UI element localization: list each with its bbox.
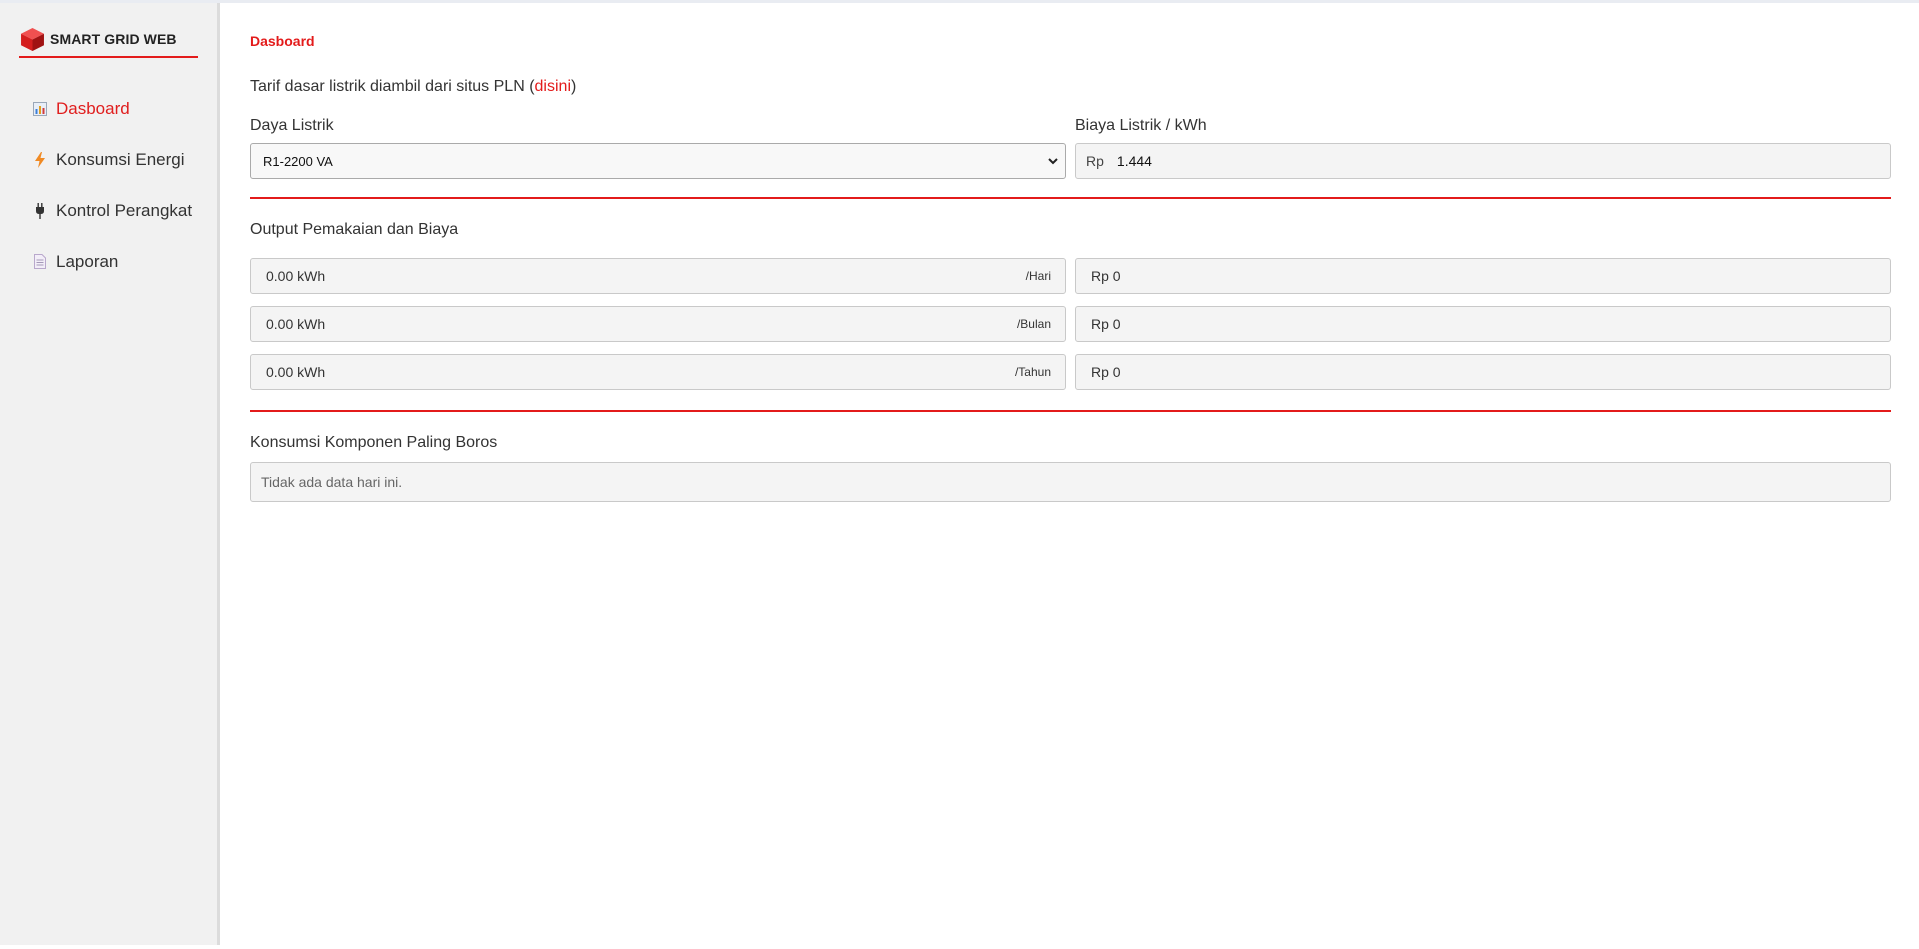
currency-prefix: Rp — [1086, 153, 1104, 169]
cost-output-yearly: Rp 0 — [1075, 354, 1891, 390]
daya-select[interactable]: R1-2200 VA — [250, 143, 1066, 179]
bar-chart-icon — [33, 101, 47, 117]
unit-label: /Hari — [1025, 269, 1051, 283]
sidebar-item-label: Kontrol Perangkat — [56, 200, 193, 220]
boros-empty-state: Tidak ada data hari ini. — [250, 462, 1891, 502]
kwh-output-monthly: 0.00 kWh /Bulan — [250, 306, 1066, 342]
tariff-close-paren: ) — [571, 78, 577, 95]
cost-output-daily: Rp 0 — [1075, 258, 1891, 294]
cube-logo-icon — [21, 27, 44, 51]
kwh-output-yearly: 0.00 kWh /Tahun — [250, 354, 1066, 390]
breadcrumb: Dasboard — [250, 33, 315, 49]
unit-label: /Tahun — [1014, 365, 1051, 379]
tariff-text: Tarif dasar listrik diambil dari situs P… — [250, 78, 535, 95]
document-icon — [33, 254, 47, 270]
cost-output-monthly: Rp 0 — [1075, 306, 1891, 342]
kwh-value: 0.00 kWh — [266, 316, 326, 332]
daya-label: Daya Listrik — [250, 117, 334, 134]
kwh-value: 0.00 kWh — [266, 268, 326, 284]
sidebar-item-konsumsi-energi[interactable]: Konsumsi Energi — [0, 134, 217, 185]
chevron-down-icon — [1041, 157, 1065, 165]
tariff-note: Tarif dasar listrik diambil dari situs P… — [250, 78, 576, 96]
unit-label: /Bulan — [1016, 317, 1051, 331]
plug-icon — [33, 202, 47, 219]
sidebar-item-kontrol-perangkat[interactable]: Kontrol Perangkat — [0, 185, 217, 236]
sidebar-item-label: Laporan — [56, 251, 119, 271]
sidebar-item-label: Dasboard — [56, 98, 130, 118]
daya-select-value: R1-2200 VA — [263, 153, 333, 169]
sidebar-item-laporan[interactable]: Laporan — [0, 236, 217, 287]
biaya-label: Biaya Listrik / kWh — [1075, 117, 1207, 134]
section-divider — [250, 197, 1891, 199]
sidebar-nav: Dasboard Konsumsi Energi Kontrol Perangk… — [0, 83, 217, 287]
output-section-title: Output Pemakaian dan Biaya — [250, 221, 459, 238]
lightning-icon — [33, 151, 47, 168]
section-divider — [250, 410, 1891, 412]
brand-name: SMART GRID WEB — [50, 31, 177, 47]
brand-divider — [19, 56, 198, 58]
sidebar-item-label: Konsumsi Energi — [56, 149, 185, 169]
biaya-input[interactable]: 1.444 — [1117, 153, 1152, 169]
biaya-input-group: Rp 1.444 — [1075, 143, 1891, 179]
sidebar: SMART GRID WEB Dasboard Konsumsi Energi — [0, 3, 220, 945]
boros-section-title: Konsumsi Komponen Paling Boros — [250, 434, 498, 451]
sidebar-item-dasboard[interactable]: Dasboard — [0, 83, 217, 134]
kwh-value: 0.00 kWh — [266, 364, 326, 380]
top-border — [0, 0, 1919, 3]
kwh-output-daily: 0.00 kWh /Hari — [250, 258, 1066, 294]
brand-logo[interactable]: SMART GRID WEB — [20, 25, 177, 53]
pln-link[interactable]: disini — [535, 78, 571, 95]
